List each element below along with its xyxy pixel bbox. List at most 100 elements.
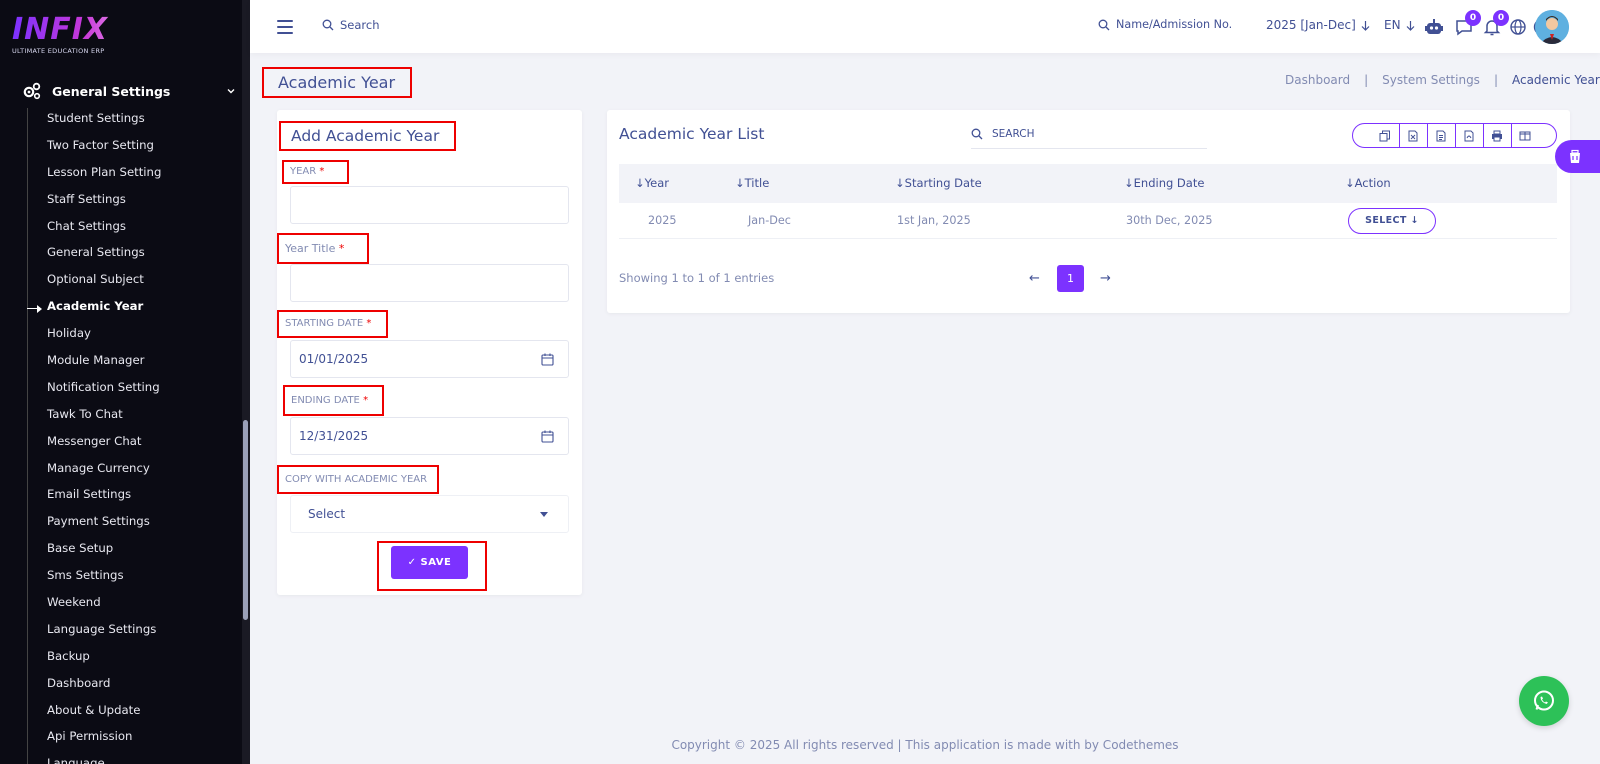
column-header-label: Starting Date [904,176,982,190]
year-input[interactable] [290,186,569,224]
starting-date-input[interactable]: 01/01/2025 [290,340,569,378]
caret-down-icon [540,512,548,517]
sidebar-item-sms-settings[interactable]: Sms Settings [47,564,237,591]
sort-arrow-icon: ↓ [895,176,905,190]
footer-copyright: Copyright © 2025 All rights reserved | T… [671,738,1179,752]
globe-icon[interactable] [1507,16,1529,38]
calendar-icon[interactable] [541,353,554,366]
sidebar-item-base-setup[interactable]: Base Setup [47,537,237,564]
sidebar-item-messenger-chat[interactable]: Messenger Chat [47,430,237,457]
theme-customizer-button[interactable] [1555,140,1600,173]
breadcrumb-separator: | [1364,73,1369,87]
sidebar-item-payment-settings[interactable]: Payment Settings [47,510,237,537]
copy-academic-year-select[interactable]: Select [290,495,569,533]
columns-icon [1519,131,1531,140]
whatsapp-button[interactable] [1519,676,1569,726]
copy-select-value: Select [308,507,346,521]
sidebar-scroll-thumb[interactable] [243,420,248,620]
save-button[interactable]: ✓ SAVE [391,546,468,579]
sidebar-item-general-settings[interactable]: General Settings [47,241,237,268]
required-mark: * [319,166,325,177]
calendar-icon[interactable] [541,430,554,443]
cell-starting-date: 1st Jan, 2025 [897,214,971,227]
column-header-year[interactable]: ↓Year [635,164,669,203]
column-header-ending-date[interactable]: ↓Ending Date [1124,164,1204,203]
starting-date-value: 01/01/2025 [299,352,369,366]
sidebar-item-dashboard[interactable]: Dashboard [47,672,237,699]
csv-file-icon [1436,130,1446,141]
list-title: Academic Year List [619,125,765,143]
year-label-text: YEAR [290,166,317,177]
sidebar: INFIX ULTIMATE EDUCATION ERP General Set… [0,0,250,764]
chat-icon[interactable]: 0 [1453,10,1481,38]
sort-arrow-icon: ↓ [1124,176,1134,190]
admission-search-label: Name/Admission No. [1116,18,1233,31]
breadcrumb-dashboard[interactable]: Dashboard [1285,73,1350,87]
pagination-page-1[interactable]: 1 [1057,265,1084,292]
sidebar-item-lesson-plan-setting[interactable]: Lesson Plan Setting [47,161,237,188]
sidebar-item-notification-setting[interactable]: Notification Setting [47,376,237,403]
sidebar-item-manage-currency[interactable]: Manage Currency [47,457,237,484]
sidebar-item-staff-settings[interactable]: Staff Settings [47,188,237,215]
row-action-label: SELECT [1365,215,1407,226]
ending-date-input[interactable]: 12/31/2025 [290,417,569,455]
session-label: 2025 [Jan-Dec] [1266,18,1356,32]
logo-tagline: ULTIMATE EDUCATION ERP [12,47,105,55]
print-icon [1492,130,1502,141]
sidebar-scrollbar[interactable] [242,0,250,764]
copy-icon [1379,130,1390,141]
sidebar-item-api-permission[interactable]: Api Permission [47,725,237,752]
sidebar-item-language-settings[interactable]: Language Settings [47,618,237,645]
excel-file-icon [1408,130,1418,141]
export-button-group [1352,123,1557,148]
sidebar-item-academic-year[interactable]: Academic Year [47,295,237,322]
columns-button[interactable] [1510,124,1539,147]
sidebar-item-backup[interactable]: Backup [47,645,237,672]
sidebar-item-two-factor-setting[interactable]: Two Factor Setting [47,134,237,161]
pagination-prev-arrow-icon[interactable]: ← [1029,271,1040,286]
user-avatar[interactable] [1535,10,1569,44]
column-header-action[interactable]: ↓Action [1345,164,1391,203]
ending-date-label-text: ENDING DATE [291,395,360,406]
column-header-starting-date[interactable]: ↓Starting Date [895,164,982,203]
csv-button[interactable] [1426,124,1455,147]
sidebar-item-about-update[interactable]: About & Update [47,699,237,726]
row-action-select-button[interactable]: SELECT ↓ [1348,208,1436,234]
sidebar-item-weekend[interactable]: Weekend [47,591,237,618]
pdf-button[interactable] [1454,124,1483,147]
sort-arrow-icon: ↓ [1345,176,1355,190]
starting-date-label: STARTING DATE * [277,310,388,338]
year-label: YEAR * [282,160,349,184]
robot-icon[interactable] [1423,16,1445,38]
arrow-down-icon [1361,20,1370,31]
brand-logo[interactable]: INFIX ULTIMATE EDUCATION ERP [12,14,132,58]
session-selector[interactable]: 2025 [Jan-Dec] [1266,18,1370,32]
sidebar-item-language[interactable]: Language [47,752,237,764]
sidebar-item-email-settings[interactable]: Email Settings [47,483,237,510]
sidebar-item-holiday[interactable]: Holiday [47,322,237,349]
language-selector[interactable]: EN [1384,18,1415,32]
list-search-placeholder: SEARCH [992,128,1035,140]
page-title: Academic Year [262,67,412,98]
list-search-input[interactable]: SEARCH [971,120,1207,149]
sidebar-item-optional-subject[interactable]: Optional Subject [47,268,237,295]
year-title-input[interactable] [290,264,569,302]
sidebar-group-general-settings[interactable]: General Settings [22,80,236,102]
copy-button[interactable] [1371,124,1399,147]
top-search[interactable]: Search [322,18,380,32]
bell-icon[interactable]: 0 [1481,10,1509,38]
starting-date-label-text: STARTING DATE [285,318,364,329]
sidebar-item-student-settings[interactable]: Student Settings [47,107,237,134]
excel-button[interactable] [1398,124,1427,147]
sidebar-item-tawk-to-chat[interactable]: Tawk To Chat [47,403,237,430]
breadcrumb-system-settings[interactable]: System Settings [1382,73,1480,87]
sidebar-item-module-manager[interactable]: Module Manager [47,349,237,376]
sidebar-item-chat-settings[interactable]: Chat Settings [47,215,237,242]
hamburger-menu-icon[interactable] [277,20,293,34]
pagination-next-arrow-icon[interactable]: → [1100,271,1111,286]
admission-search[interactable]: Name/Admission No. [1098,18,1232,31]
column-header-title[interactable]: ↓Title [735,164,769,203]
required-mark: * [338,242,345,255]
cell-year: 2025 [648,214,677,227]
print-button[interactable] [1482,124,1511,147]
